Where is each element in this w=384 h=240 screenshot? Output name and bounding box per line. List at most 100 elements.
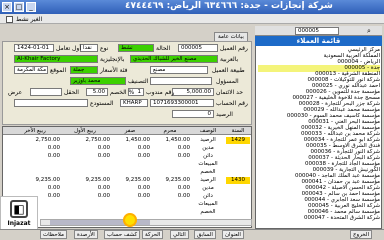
logo-text: Injazat xyxy=(7,220,31,227)
grid-cell-v1[interactable]: 0.00 xyxy=(150,153,190,160)
grid-cell-desc[interactable]: مدين xyxy=(190,185,226,192)
col-safar[interactable]: صفر xyxy=(110,127,150,135)
grid-cell-desc[interactable]: المبيعات xyxy=(190,161,226,168)
exit-button[interactable]: الخروج xyxy=(350,230,372,239)
col-rabi-2[interactable]: ربيع الآخر xyxy=(10,127,60,135)
account-statement-button[interactable]: كشف حساب xyxy=(104,230,141,239)
grid-cell-v1[interactable]: 0.00 xyxy=(150,193,190,200)
status-select[interactable]: نشط xyxy=(118,44,154,52)
period-select[interactable] xyxy=(30,88,62,96)
grid-cell-v3[interactable] xyxy=(60,201,110,208)
classification-select[interactable]: محمد باوزير xyxy=(70,77,126,85)
grid-cell-year[interactable] xyxy=(226,161,250,168)
grid-cell-desc[interactable]: المبيعات xyxy=(190,201,226,208)
grid-cell-v4[interactable]: 2,750.00 xyxy=(10,137,61,144)
grid-cell-desc[interactable]: الرصيد xyxy=(190,177,226,184)
grid-cell-v2[interactable]: 0.00 xyxy=(110,193,150,200)
grid-cell-year[interactable] xyxy=(226,169,250,176)
grid-cell-v1[interactable] xyxy=(150,201,190,208)
grid-cell-v2[interactable]: 9,235.00 xyxy=(110,177,151,184)
grid-cell-v3[interactable]: 0.00 xyxy=(60,185,110,192)
grid-cell-v4[interactable]: 0.00 xyxy=(10,145,60,152)
grid-cell-v4[interactable]: 0.00 xyxy=(10,153,60,160)
search-icon[interactable]: ⌕ xyxy=(367,27,371,36)
grid-cell-v4[interactable] xyxy=(10,169,60,176)
first-deal-date-field[interactable]: 1424-01-01 xyxy=(14,44,54,52)
grid-cell-v3[interactable] xyxy=(60,169,110,176)
grid-cell-v2[interactable] xyxy=(110,161,150,168)
tab-general[interactable]: بيانات عامة xyxy=(214,32,248,41)
grid-cell-year[interactable] xyxy=(226,209,250,216)
grid-cell-year[interactable] xyxy=(226,145,250,152)
grid-cell-v3[interactable]: 0.00 xyxy=(60,193,110,200)
previous-button[interactable]: السابق xyxy=(194,230,216,239)
address-button[interactable]: العنوان xyxy=(222,230,244,239)
customer-list-item[interactable]: 000047 - شركة الشرق المتحدة xyxy=(258,215,380,222)
grid-cell-desc[interactable]: الخصم xyxy=(190,169,226,176)
grid-cell-year[interactable] xyxy=(226,193,250,200)
arabic-name-field[interactable]: مصنع الخير للشباك الحديدي xyxy=(130,55,218,63)
grid-cell-v3[interactable]: 2,750.00 xyxy=(60,137,111,144)
account-no-field[interactable]: 1071693300001 xyxy=(150,99,214,107)
english-name-field[interactable]: Al-Khair Factory xyxy=(14,55,98,63)
grid-cell-v1[interactable] xyxy=(150,169,190,176)
logo-mark-icon: ◧ xyxy=(10,200,28,218)
location-label: الموقع xyxy=(50,67,67,74)
grid-cell-v3[interactable]: 0.00 xyxy=(60,153,110,160)
supervisor-field[interactable] xyxy=(150,77,212,85)
credit-limit-field[interactable]: 5,000.00 xyxy=(172,88,214,96)
grid-cell-year[interactable] xyxy=(226,201,250,208)
balances-button[interactable]: الأرصدة xyxy=(74,230,98,239)
grid-cell-v1[interactable]: 1,450.00 xyxy=(150,137,191,144)
grid-cell-desc[interactable]: دائن xyxy=(190,193,226,200)
grid-cell-v3[interactable] xyxy=(60,161,110,168)
grid-cell-year[interactable]: 1430 xyxy=(226,177,250,184)
grid-cell-v1[interactable]: 0.00 xyxy=(150,145,190,152)
location-select[interactable]: مكة المكرمة xyxy=(14,66,48,74)
movement-button[interactable]: الحركة xyxy=(142,230,164,239)
warehouse-select[interactable] xyxy=(14,99,88,107)
next-button[interactable]: التالي xyxy=(170,230,189,239)
col-muharram[interactable]: محرم xyxy=(150,127,190,135)
grid-cell-v3[interactable]: 9,235.00 xyxy=(60,177,111,184)
grid-cell-v4[interactable]: 0.00 xyxy=(10,185,60,192)
grid-cell-desc[interactable]: الرصيد xyxy=(190,137,226,144)
grid-cell-v2[interactable]: 0.00 xyxy=(110,185,150,192)
inactive-checkbox[interactable] xyxy=(6,16,13,23)
grid-cell-v4[interactable] xyxy=(10,161,60,168)
supervisor-label: المسؤول xyxy=(216,78,239,85)
customer-no-field[interactable]: 000005 xyxy=(178,44,218,52)
grid-cell-v1[interactable]: 9,235.00 xyxy=(150,177,191,184)
code-field[interactable]: KHARP xyxy=(120,99,148,107)
grid-cell-year[interactable] xyxy=(226,185,250,192)
grid-cell-desc[interactable]: دائن xyxy=(190,153,226,160)
customer-nature-select[interactable]: مصنع xyxy=(150,66,208,74)
col-year[interactable]: السنة xyxy=(226,127,250,135)
maximize-button[interactable]: □ xyxy=(14,2,24,12)
type-select[interactable]: نقدا xyxy=(80,44,98,52)
grid-cell-desc[interactable]: مدين xyxy=(190,145,226,152)
grid-cell-v3[interactable] xyxy=(60,209,110,216)
grid-cell-year[interactable] xyxy=(226,153,250,160)
grid-cell-v2[interactable] xyxy=(110,201,150,208)
discount-field[interactable]: 5.00 xyxy=(86,88,108,96)
grid-cell-v2[interactable]: 0.00 xyxy=(110,153,150,160)
grid-cell-year[interactable]: 1429 xyxy=(226,137,250,144)
customer-search-input[interactable]: 000005 xyxy=(295,27,339,35)
grid-cell-v3[interactable]: 0.00 xyxy=(60,145,110,152)
price-category-select[interactable]: جملة xyxy=(70,66,98,74)
grid-cell-v2[interactable]: 0.00 xyxy=(110,145,150,152)
grid-cell-v2[interactable]: 1,450.00 xyxy=(110,137,151,144)
grid-cell-v1[interactable]: 0.00 xyxy=(150,185,190,192)
close-button[interactable]: × xyxy=(2,2,12,12)
grid-cell-desc[interactable]: الخصم xyxy=(190,209,226,216)
warehouse-label: المستودع xyxy=(90,100,114,107)
grid-cell-v1[interactable] xyxy=(150,209,190,216)
grid-cell-v2[interactable] xyxy=(110,169,150,176)
grid-cell-v1[interactable] xyxy=(150,161,190,168)
grid-cell-v4[interactable]: 9,235.00 xyxy=(10,177,61,184)
col-description[interactable]: الوصف xyxy=(190,127,226,135)
notes-button[interactable]: ملاحظات xyxy=(40,230,67,239)
minimize-button[interactable]: _ xyxy=(26,2,36,12)
col-rabi-1[interactable]: ربيع الأول xyxy=(60,127,110,135)
